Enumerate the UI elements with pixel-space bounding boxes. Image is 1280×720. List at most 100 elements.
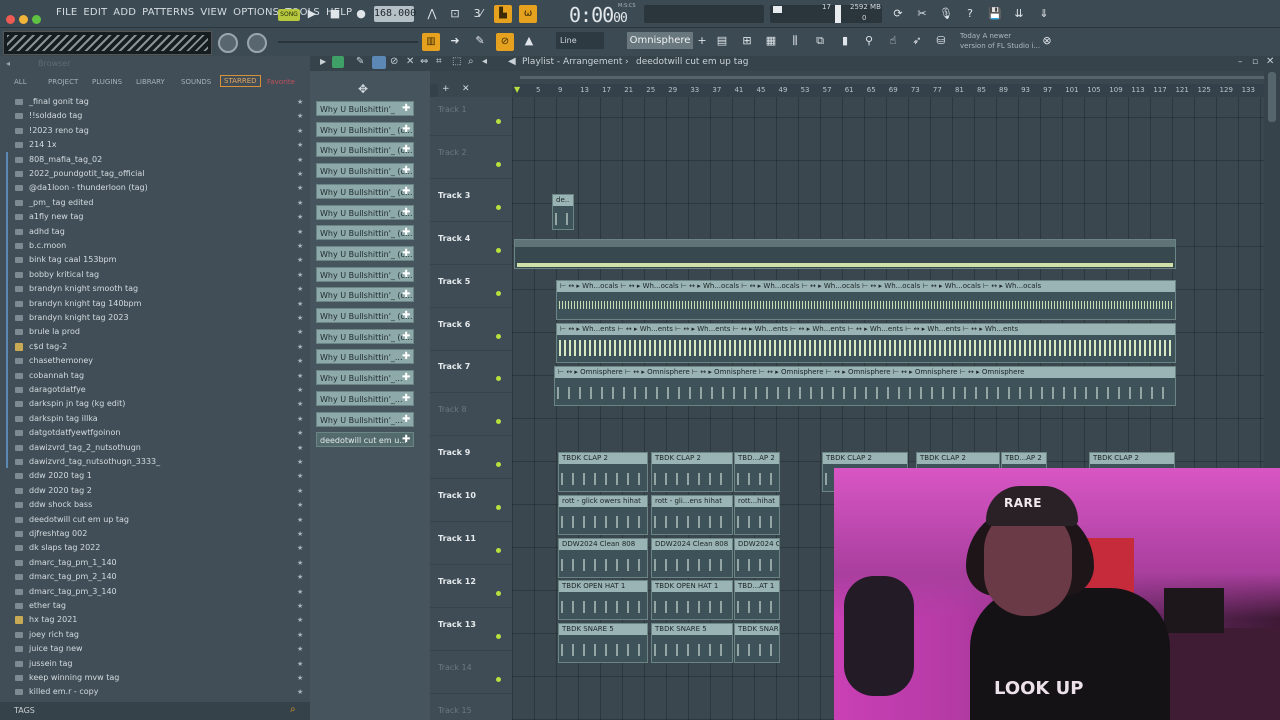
browser-item[interactable]: ddw 2020 tag 2 ★ — [0, 484, 310, 498]
track-mute-led[interactable] — [496, 676, 501, 682]
track-mute-led[interactable] — [496, 204, 501, 210]
browser-item[interactable]: darkspin jn tag (kg edit) ★ — [0, 397, 310, 411]
star-icon[interactable]: ★ — [297, 153, 303, 167]
clip-list-item[interactable]: Why U Bullshittin'_ — [316, 101, 414, 116]
track-header[interactable]: Track 4 — [430, 222, 512, 265]
clip-list-item[interactable]: Why U Bullshittin'_ (c... — [316, 183, 414, 199]
menu-add[interactable]: ADD — [113, 7, 136, 18]
track-header[interactable]: Track 1 — [430, 93, 512, 136]
browser-item[interactable]: brule la prod ★ — [0, 325, 310, 339]
track-header[interactable]: Track 13 — [430, 608, 512, 651]
maximize-playlist-icon[interactable]: ▫ — [1252, 57, 1258, 67]
stop-icon[interactable]: ■ — [326, 5, 344, 23]
clip-track13[interactable]: TBDK SNARE 5 — [734, 623, 780, 663]
clip-list-item[interactable]: Why U Bullshittin'_ (c... — [316, 308, 414, 323]
clip-track11[interactable]: DDW2024 Clean 808 — [558, 538, 648, 578]
clip-track11[interactable]: DDW2024 Clean 808 — [651, 538, 733, 578]
menu-file[interactable]: FILE — [56, 7, 77, 18]
track-header[interactable]: Track 9 — [430, 436, 512, 480]
star-icon[interactable]: ★ — [297, 282, 303, 296]
star-icon[interactable]: ★ — [297, 124, 303, 138]
star-icon[interactable]: ★ — [297, 556, 303, 570]
add-clip-icon[interactable]: ✚ — [402, 329, 414, 344]
browser-item[interactable]: ether tag ★ — [0, 599, 310, 613]
clip-track10[interactable]: rott...hihat — [734, 495, 780, 535]
browser-item[interactable]: 808_mafia_tag_02 ★ — [0, 153, 310, 167]
star-icon[interactable]: ★ — [297, 196, 303, 210]
star-icon[interactable]: ★ — [297, 239, 303, 253]
add-clip-icon[interactable]: ✚ — [402, 287, 414, 302]
record-icon[interactable]: ● — [352, 5, 370, 23]
add-clip-icon[interactable]: ✚ — [402, 101, 414, 116]
tempo-display[interactable]: 168.000 — [374, 6, 416, 22]
browser-menu-icon[interactable]: ◂ — [6, 59, 10, 68]
clip-track9[interactable]: TBD...AP 2 — [734, 452, 780, 492]
browser-item[interactable]: killed em.r - copy ★ — [0, 685, 310, 699]
track-mute-led[interactable] — [496, 590, 501, 596]
add-clip-icon[interactable]: ✚ — [402, 349, 414, 364]
star-icon[interactable]: ★ — [297, 484, 303, 498]
track-mute-led[interactable] — [496, 462, 501, 468]
track-mute-led[interactable] — [496, 247, 501, 253]
render-icon[interactable]: ⇊ — [1010, 5, 1028, 23]
file-icon[interactable]: ▮ — [836, 32, 854, 50]
timeline-ruler[interactable]: ▼ 5 9 13 17 21 25 29 33 37 41 45 49 53 57 61 65 69 73 77 81… — [512, 84, 1264, 97]
clip-track13[interactable]: TBDK SNARE 5 — [651, 623, 733, 663]
master-pitch-knob[interactable] — [247, 33, 267, 53]
tags-bar[interactable]: TAGS — [0, 702, 310, 720]
clip-track11[interactable]: DDW2024 Clean 808 — [734, 538, 780, 578]
close-notice-icon[interactable]: ⊗ — [1038, 32, 1056, 50]
master-slider[interactable] — [278, 41, 418, 43]
track-header[interactable]: Track 15 — [430, 694, 512, 720]
microphone-icon[interactable]: 🎙 — [937, 5, 955, 23]
star-icon[interactable]: ★ — [297, 412, 303, 426]
help-icon[interactable]: ? — [961, 5, 979, 23]
browser-item[interactable]: jussein tag ★ — [0, 657, 310, 671]
clip-track12[interactable]: TBDK OPEN HAT 1 — [558, 580, 648, 620]
browser-item[interactable]: cobannah tag ★ — [0, 369, 310, 383]
playlist-scroll-overview[interactable] — [430, 71, 1264, 84]
clip-list-item[interactable]: Why U Bullshittin'_ (c... — [316, 204, 414, 220]
star-icon[interactable]: ★ — [297, 253, 303, 267]
browser-item[interactable]: djfreshtag 002 ★ — [0, 527, 310, 541]
star-icon[interactable]: ★ — [297, 297, 303, 311]
export-icon[interactable]: ⇓ — [1035, 5, 1053, 23]
browser-item[interactable]: brandyn knight smooth tag ★ — [0, 282, 310, 296]
star-icon[interactable]: ★ — [297, 441, 303, 455]
pencil-icon[interactable]: ✎ — [356, 56, 364, 67]
star-icon[interactable]: ★ — [297, 613, 303, 627]
star-icon[interactable]: ★ — [297, 527, 303, 541]
track-mute-led[interactable] — [496, 548, 501, 553]
brush-icon[interactable]: ✎ — [471, 32, 489, 50]
browser-item[interactable]: ddw shock bass ★ — [0, 498, 310, 512]
pattern-selector[interactable]: Omnisphere — [627, 32, 693, 49]
piano-roll-icon[interactable]: ▦ — [762, 32, 780, 50]
tab-starred[interactable]: STARRED — [220, 75, 261, 87]
browser-item[interactable]: dmarc_tag_pm_1_140 ★ — [0, 556, 310, 570]
cursor-icon[interactable]: ➶ — [908, 32, 926, 50]
tab-project[interactable]: PROJECT — [48, 78, 78, 86]
clip-track13[interactable]: TBDK SNARE 5 — [558, 623, 648, 663]
star-icon[interactable]: ★ — [297, 455, 303, 469]
browser-item[interactable]: a1fly new tag ★ — [0, 210, 310, 224]
star-icon[interactable]: ★ — [297, 685, 303, 699]
browser-item[interactable]: 214 1x ★ — [0, 138, 310, 152]
slice-tool-icon[interactable]: ⌗ — [436, 56, 442, 67]
browser-item[interactable]: datgotdatfyewtfgoinon ★ — [0, 426, 310, 440]
track-header[interactable]: Track 3 — [430, 179, 512, 222]
zoom-tool-icon[interactable]: ⌕ — [468, 56, 474, 67]
paint-icon[interactable] — [372, 56, 386, 69]
clip-list-item[interactable]: Why U Bullshittin'_ (c... — [316, 266, 414, 282]
plugin-picker-icon[interactable]: ⧉ — [811, 32, 829, 50]
browser-item[interactable]: 2022_poundgotit_tag_official ★ — [0, 167, 310, 181]
track-mute-led[interactable] — [496, 633, 501, 639]
star-icon[interactable]: ★ — [297, 95, 303, 109]
add-clip-icon[interactable]: ✚ — [402, 225, 414, 240]
playback-tool-icon[interactable]: ◂ — [482, 56, 487, 67]
browser-item[interactable]: !!soldado tag ★ — [0, 109, 310, 123]
song-mode-button[interactable]: SONG — [278, 9, 300, 21]
browser-item[interactable]: _final gonit tag ★ — [0, 95, 310, 109]
save-icon[interactable]: 💾 — [986, 5, 1004, 23]
browser-item[interactable]: _pm_ tag edited ★ — [0, 196, 310, 210]
channel-rack-icon[interactable]: ⊞ — [738, 32, 756, 50]
